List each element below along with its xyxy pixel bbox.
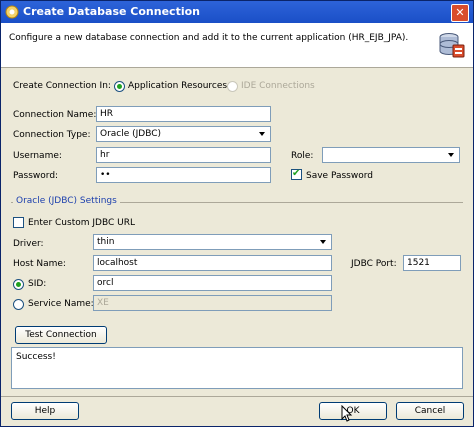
- title-bar[interactable]: Create Database Connection ✕: [1, 1, 473, 23]
- save-password-checkbox[interactable]: [291, 168, 302, 180]
- test-connection-button[interactable]: Test Connection: [15, 326, 107, 344]
- connection-status-output: Success!: [11, 347, 463, 389]
- connection-type-label: Connection Type:: [13, 130, 91, 140]
- password-label: Password:: [13, 171, 59, 181]
- role-label: Role:: [291, 151, 314, 161]
- app-icon: [5, 5, 19, 19]
- ide-connections-label: IDE Connections: [241, 81, 315, 91]
- chevron-down-icon: [320, 240, 326, 244]
- jdbc-port-input[interactable]: 1521: [403, 255, 461, 271]
- jdbc-port-label: JDBC Port:: [351, 259, 397, 269]
- username-input[interactable]: hr: [96, 147, 271, 163]
- save-password-label: Save Password: [306, 171, 373, 181]
- cancel-button[interactable]: Cancel: [396, 402, 464, 420]
- custom-jdbc-url-checkbox[interactable]: [13, 217, 24, 228]
- connection-name-input[interactable]: HR: [96, 106, 271, 122]
- connection-type-select[interactable]: Oracle (JDBC): [96, 126, 271, 142]
- sid-input[interactable]: orcl: [93, 275, 332, 291]
- driver-value: thin: [97, 237, 115, 247]
- create-db-connection-dialog: Create Database Connection ✕ Configure a…: [0, 0, 474, 427]
- mouse-cursor-icon: [341, 405, 353, 422]
- driver-label: Driver:: [13, 239, 44, 249]
- custom-jdbc-url-label: Enter Custom JDBC URL: [28, 218, 135, 228]
- database-icon: [439, 33, 465, 58]
- connection-name-label: Connection Name:: [13, 110, 97, 120]
- help-button[interactable]: Help: [11, 402, 79, 420]
- connection-type-value: Oracle (JDBC): [100, 129, 162, 139]
- sid-label: SID:: [28, 279, 47, 289]
- radio-service-name[interactable]: [13, 299, 24, 310]
- oracle-settings-title: Oracle (JDBC) Settings: [13, 196, 120, 206]
- host-name-input[interactable]: localhost: [93, 255, 332, 271]
- ok-button[interactable]: OK: [319, 402, 387, 420]
- host-name-label: Host Name:: [13, 259, 66, 269]
- chevron-down-icon: [259, 132, 265, 136]
- status-text: Success!: [16, 352, 56, 362]
- service-name-label: Service Name:: [28, 299, 94, 309]
- driver-select[interactable]: thin: [93, 234, 332, 250]
- radio-ide-connections[interactable]: [227, 81, 238, 92]
- radio-sid[interactable]: [13, 279, 24, 290]
- create-in-label: Create Connection In:: [13, 81, 111, 91]
- footer-divider: [1, 396, 473, 397]
- role-select[interactable]: [322, 147, 460, 163]
- header-description: Configure a new database connection and …: [9, 33, 409, 43]
- dialog-header: Configure a new database connection and …: [1, 23, 473, 68]
- service-name-input[interactable]: XE: [93, 295, 332, 311]
- password-input[interactable]: ••: [96, 167, 271, 183]
- application-resources-label: Application Resources: [128, 81, 228, 91]
- chevron-down-icon: [448, 153, 454, 157]
- radio-application-resources[interactable]: [114, 81, 125, 92]
- username-label: Username:: [13, 151, 62, 161]
- window-title: Create Database Connection: [23, 5, 200, 18]
- close-button[interactable]: ✕: [451, 4, 469, 22]
